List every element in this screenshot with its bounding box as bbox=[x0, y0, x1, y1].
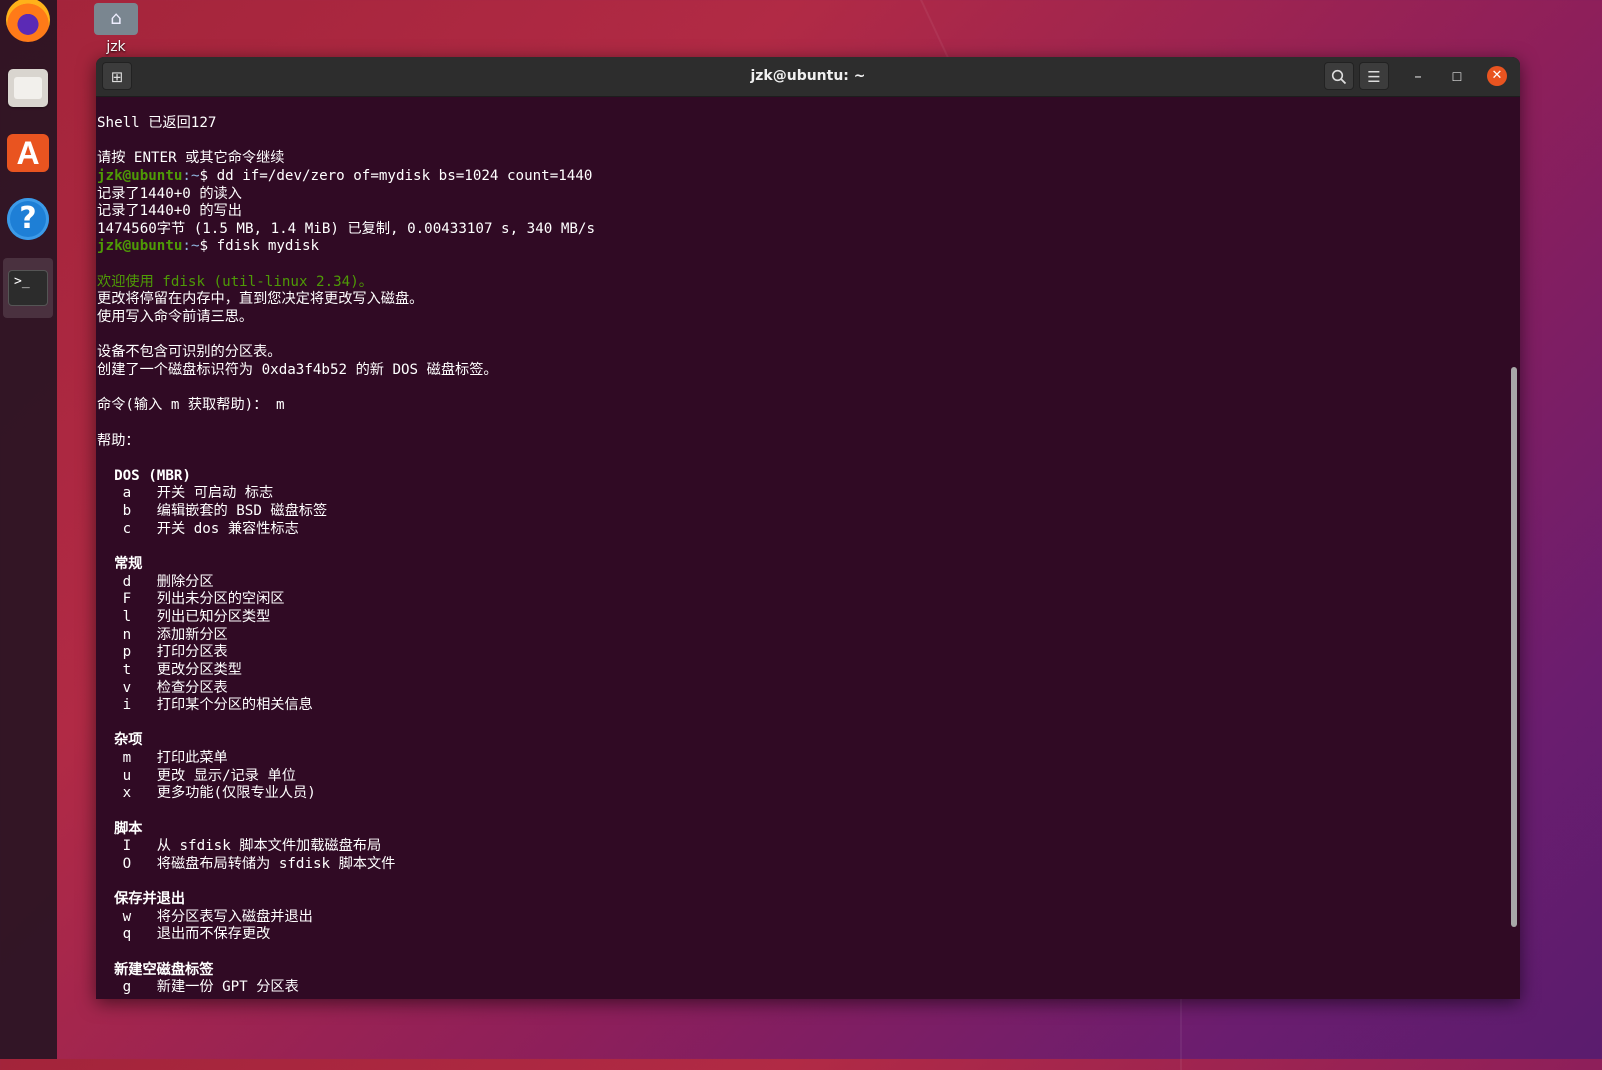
maximize-icon: ☐ bbox=[1451, 70, 1463, 84]
terminal-line-text: 记录了1440+0 的写出 bbox=[97, 203, 242, 220]
terminal-icon: >_ bbox=[8, 270, 48, 306]
terminal-line-text: I 从 sfdisk 脚本文件加载磁盘布局 bbox=[97, 838, 382, 855]
maximize-button[interactable]: ☐ bbox=[1442, 62, 1472, 90]
terminal-line-text: 使用写入命令前请三思。 bbox=[97, 309, 254, 326]
title-bar[interactable]: ⊞ jzk@ubuntu: ~ ☰ – ☐ ✕ bbox=[96, 57, 1520, 97]
terminal-line-text: q 退出而不保存更改 bbox=[97, 926, 271, 943]
terminal-launcher[interactable]: >_ bbox=[3, 258, 53, 318]
terminal-line-text: m 打印此菜单 bbox=[97, 750, 228, 767]
terminal-line-section: 脚本 bbox=[97, 820, 143, 837]
terminal-line-prompt: jzk@ubuntu:~$ fdisk mydisk bbox=[97, 238, 1520, 256]
prompt-user: jzk@ubuntu bbox=[97, 167, 183, 184]
terminal-line-text: d 删除分区 bbox=[97, 573, 214, 590]
terminal-line-text: v 检查分区表 bbox=[97, 679, 228, 696]
terminal-line-text: a 开关 可启动 标志 bbox=[97, 485, 274, 502]
terminal-line-section: 保存并退出 bbox=[97, 891, 186, 908]
terminal-line-text: 更改将停留在内存中，直到您决定将更改写入磁盘。 bbox=[97, 291, 424, 308]
window-title: jzk@ubuntu: ~ bbox=[750, 68, 866, 84]
terminal-line-text: p 打印分区表 bbox=[97, 644, 228, 661]
software-store-icon: A bbox=[7, 134, 49, 172]
terminal-line-section: 新建空磁盘标签 bbox=[97, 961, 214, 978]
prompt-command: $ dd if=/dev/zero of=mydisk bs=1024 coun… bbox=[199, 167, 593, 184]
terminal-line-text: i 打印某个分区的相关信息 bbox=[97, 697, 313, 714]
files-launcher[interactable] bbox=[3, 62, 53, 114]
home-folder-label: jzk bbox=[106, 39, 126, 55]
terminal-line-text: l 列出已知分区类型 bbox=[97, 608, 271, 625]
help-launcher[interactable]: ? bbox=[3, 193, 53, 245]
terminal-line-text: u 更改 显示/记录 单位 bbox=[97, 767, 296, 784]
terminal-line-text: 记录了1440+0 的读入 bbox=[97, 185, 242, 202]
terminal-line-text: 帮助： bbox=[97, 432, 140, 449]
terminal-line-section: 杂项 bbox=[97, 732, 143, 749]
firefox-icon bbox=[6, 0, 50, 42]
terminal-line-text: 设备不包含可识别的分区表。 bbox=[97, 344, 282, 361]
terminal-line-text: 请按 ENTER 或其它命令继续 bbox=[97, 150, 285, 167]
dock: A ? >_ bbox=[0, 0, 57, 1059]
terminal-line-text: t 更改分区类型 bbox=[97, 661, 242, 678]
terminal-line-text: 命令(输入 m 获取帮助)： m bbox=[97, 397, 285, 414]
terminal-line-text: F 列出未分区的空闲区 bbox=[97, 591, 285, 608]
minimize-icon: – bbox=[1414, 67, 1422, 85]
firefox-launcher[interactable] bbox=[3, 0, 53, 46]
terminal-line-text: b 编辑嵌套的 BSD 磁盘标签 bbox=[97, 503, 328, 520]
terminal-line-text: g 新建一份 GPT 分区表 bbox=[97, 979, 299, 996]
terminal-window: ⊞ jzk@ubuntu: ~ ☰ – ☐ ✕ Shell 已返回127 请按 E… bbox=[96, 57, 1520, 999]
terminal-line-text: x 更多功能(仅限专业人员) bbox=[97, 785, 316, 802]
search-button[interactable] bbox=[1324, 62, 1354, 90]
minimize-button[interactable]: – bbox=[1403, 62, 1433, 90]
files-icon bbox=[8, 69, 48, 107]
terminal-line-text: O 将磁盘布局转储为 sfdisk 脚本文件 bbox=[97, 855, 396, 872]
menu-button[interactable]: ☰ bbox=[1359, 62, 1389, 90]
terminal-line-text: c 开关 dos 兼容性标志 bbox=[97, 520, 299, 537]
terminal-line-text: 1474560字节 (1.5 MB, 1.4 MiB) 已复制, 0.00433… bbox=[97, 220, 596, 237]
terminal-line-welcome: 欢迎使用 fdisk (util-linux 2.34)。 bbox=[97, 273, 373, 290]
terminal-line-section: DOS (MBR) bbox=[97, 467, 191, 484]
close-button[interactable]: ✕ bbox=[1487, 66, 1507, 86]
prompt-path: :~ bbox=[182, 167, 200, 184]
terminal-line-text: Shell 已返回127 bbox=[97, 115, 217, 131]
search-icon bbox=[1331, 69, 1347, 85]
terminal-line-text: w 将分区表写入磁盘并退出 bbox=[97, 908, 313, 925]
home-folder-icon: ⌂ bbox=[94, 3, 138, 35]
help-icon: ? bbox=[7, 198, 49, 240]
terminal-output[interactable]: Shell 已返回127 请按 ENTER 或其它命令继续 jzk@ubuntu:~… bbox=[96, 97, 1520, 999]
terminal-line-prompt: jzk@ubuntu:~$ dd if=/dev/zero of=mydisk … bbox=[97, 168, 1520, 186]
wallpaper-line bbox=[1180, 990, 1182, 1070]
close-icon: ✕ bbox=[1491, 68, 1503, 83]
prompt-path: :~ bbox=[182, 238, 200, 255]
hamburger-menu-icon: ☰ bbox=[1367, 68, 1381, 86]
prompt-user: jzk@ubuntu bbox=[97, 238, 183, 255]
terminal-line-section: 常规 bbox=[97, 556, 143, 573]
desktop-home-folder[interactable]: ⌂ jzk bbox=[93, 3, 139, 55]
prompt-command: $ fdisk mydisk bbox=[199, 238, 320, 255]
scrollbar[interactable] bbox=[1511, 367, 1517, 927]
software-launcher[interactable]: A bbox=[3, 127, 53, 179]
terminal-line-text: 创建了一个磁盘标识符为 0xda3f4b52 的新 DOS 磁盘标签。 bbox=[97, 361, 498, 378]
terminal-line-text: n 添加新分区 bbox=[97, 626, 228, 643]
